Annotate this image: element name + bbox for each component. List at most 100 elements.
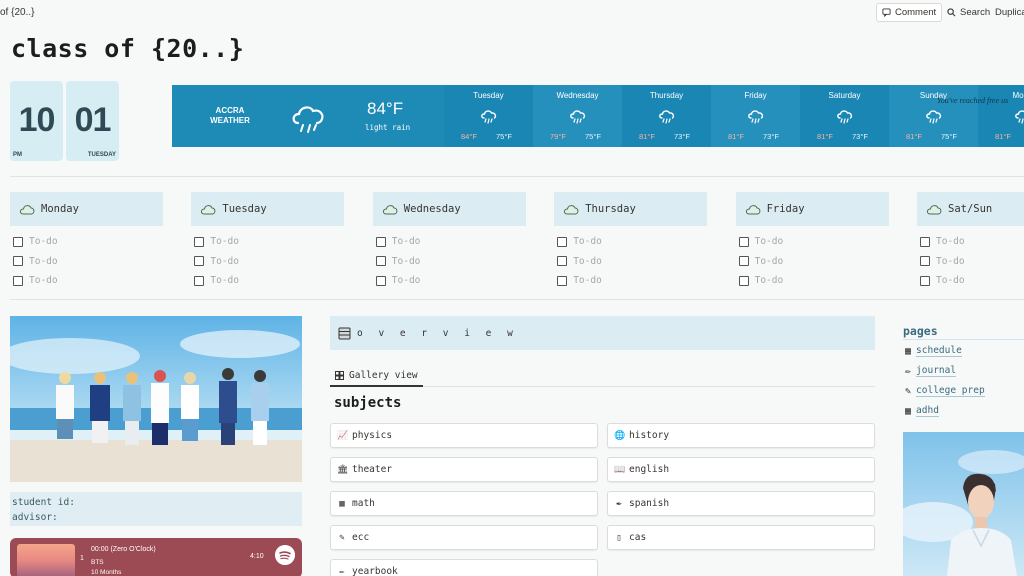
cloud-icon <box>19 204 35 214</box>
todo-item[interactable]: To-do <box>736 252 889 272</box>
book-icon: 📖 <box>614 464 626 475</box>
todo-checkbox[interactable] <box>13 256 23 267</box>
track-duration: 4:10 <box>250 553 264 560</box>
subject-card[interactable]: 📈 physics <box>330 423 598 448</box>
todo-placeholder: To-do <box>29 255 58 267</box>
day-header[interactable]: Monday <box>10 192 163 226</box>
todo-checkbox[interactable] <box>194 236 205 247</box>
forecast-high: 81°F <box>906 132 922 141</box>
day-header[interactable]: Friday <box>735 192 889 226</box>
todo-item[interactable]: To-do <box>191 271 344 291</box>
comment-label: Comment <box>895 7 937 18</box>
page-link[interactable]: ▦ schedule <box>905 345 962 357</box>
todo-item[interactable]: To-do <box>554 271 707 291</box>
todo-item[interactable]: To-do <box>736 232 889 252</box>
todo-checkbox[interactable] <box>920 256 930 267</box>
todo-checkbox[interactable] <box>557 275 568 286</box>
subject-label: theater <box>352 464 393 475</box>
day-label: Tuesday <box>222 203 267 215</box>
todo-item[interactable]: To-do <box>10 232 163 252</box>
clock-weekday: TUESDAY <box>87 152 116 158</box>
todo-checkbox[interactable] <box>375 236 386 247</box>
comment-button[interactable]: Comment <box>876 3 943 22</box>
search-label: Search <box>960 7 991 18</box>
todo-checkbox[interactable] <box>738 275 749 286</box>
todo-checkbox[interactable] <box>738 236 749 247</box>
clock-ampm: PM <box>13 152 22 158</box>
todo-checkbox[interactable] <box>13 275 23 286</box>
forecast-high: 81°F <box>817 132 833 141</box>
todo-checkbox[interactable] <box>557 236 568 247</box>
student-info-box[interactable]: student id: advisor: <box>10 492 302 526</box>
day-header[interactable]: Tuesday <box>191 192 345 226</box>
page-link[interactable]: ✎ college prep <box>905 385 985 397</box>
todo-item[interactable]: To-do <box>10 271 163 291</box>
search-button[interactable]: Search <box>942 3 995 22</box>
day-header[interactable]: Thursday <box>554 192 708 226</box>
todo-item[interactable]: To-do <box>191 252 344 272</box>
todo-checkbox[interactable] <box>920 236 930 247</box>
rain-cloud-icon <box>659 110 675 124</box>
track-artist[interactable]: BTS <box>91 559 104 566</box>
spotify-player[interactable]: 1 00:00 (Zero O'Clock) BTS 10 Months 4:1… <box>10 538 302 576</box>
todo-item[interactable]: To-do <box>191 232 344 252</box>
weather-widget[interactable]: ACCRA WEATHER 84°F light rain Tuesday 84… <box>172 85 1024 147</box>
subject-card[interactable]: ✏ yearbook <box>330 559 598 576</box>
todo-item[interactable]: To-do <box>917 232 1024 252</box>
subject-card[interactable]: 🌐 history <box>607 423 875 448</box>
todo-item[interactable]: To-do <box>554 252 707 272</box>
weather-current-temp: 84°F <box>367 99 404 118</box>
subject-card[interactable]: ✎ ecc <box>330 525 598 550</box>
todo-placeholder: To-do <box>29 236 58 248</box>
tab-gallery-view[interactable]: Gallery view <box>330 366 423 387</box>
todo-placeholder: To-do <box>573 255 602 267</box>
cloud-icon <box>201 204 216 214</box>
todo-item[interactable]: To-do <box>373 252 526 272</box>
subject-card[interactable]: ✒ spanish <box>607 491 875 516</box>
todo-item[interactable]: To-do <box>917 252 1024 272</box>
day-column-monday: Monday To-do To-do To-do <box>10 192 163 291</box>
day-label: Thursday <box>585 203 636 215</box>
todo-checkbox[interactable] <box>194 275 205 286</box>
forecast-low: 73°F <box>674 132 690 141</box>
forecast-day: Mond 81°F <box>978 85 1024 147</box>
todo-placeholder: To-do <box>754 255 784 267</box>
todo-item[interactable]: To-do <box>736 271 889 291</box>
page-link[interactable]: ✏ journal <box>905 365 957 377</box>
tab-gallery-label: Gallery view <box>349 370 418 381</box>
page-link[interactable]: ▦ adhd <box>905 405 939 417</box>
todo-checkbox[interactable] <box>920 275 930 286</box>
subject-card[interactable]: 📖 english <box>607 457 875 482</box>
track-title[interactable]: 00:00 (Zero O'Clock) <box>91 546 156 553</box>
todo-item[interactable]: To-do <box>373 232 526 252</box>
todo-item[interactable]: To-do <box>554 232 707 252</box>
clock-minute: 01 <box>74 101 112 139</box>
duplicate-button[interactable]: Duplicat <box>990 3 1024 22</box>
todo-checkbox[interactable] <box>13 236 23 247</box>
subject-label: math <box>352 498 375 509</box>
todo-checkbox[interactable] <box>557 256 568 267</box>
todo-checkbox[interactable] <box>375 275 386 286</box>
day-column-wednesday: Wednesday To-do To-do To-do <box>372 192 526 291</box>
subject-card[interactable]: ▯ cas <box>607 525 875 550</box>
todo-checkbox[interactable] <box>738 256 749 267</box>
todo-item[interactable]: To-do <box>373 271 526 291</box>
cabinet-icon <box>338 327 351 339</box>
day-header[interactable]: Wednesday <box>372 192 526 226</box>
day-header[interactable]: Sat/Sun <box>917 192 1024 226</box>
todo-placeholder: To-do <box>573 236 602 248</box>
todo-checkbox[interactable] <box>375 256 386 267</box>
todo-item[interactable]: To-do <box>10 252 163 272</box>
breadcrumb[interactable]: of {20..} <box>0 7 34 18</box>
todo-item[interactable]: To-do <box>917 271 1024 291</box>
gallery-tabbar: Gallery view <box>330 366 875 387</box>
forecast-day: Sunday 81°F 75°F <box>889 85 978 147</box>
day-label: Wednesday <box>403 203 461 215</box>
subject-card[interactable]: 🏛 theater <box>330 457 598 482</box>
spotify-icon[interactable] <box>275 545 295 565</box>
weather-city: ACCRA WEATHER <box>200 106 260 126</box>
page-title: class of {20..} <box>11 34 245 63</box>
subject-card[interactable]: ▦ math <box>330 491 598 516</box>
todo-checkbox[interactable] <box>194 256 205 267</box>
todo-placeholder: To-do <box>391 255 421 267</box>
